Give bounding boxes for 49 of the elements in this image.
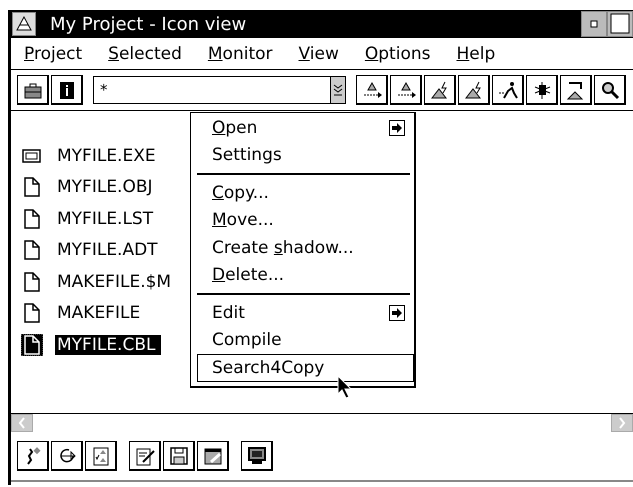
pen-button[interactable]	[17, 441, 49, 471]
lightning-button[interactable]	[458, 75, 490, 105]
monitor-button[interactable]	[241, 441, 273, 471]
notepad-button[interactable]	[129, 441, 161, 471]
file-name[interactable]: MAKEFILE.$M	[55, 272, 174, 292]
arrow-button[interactable]	[356, 75, 388, 105]
submenu-arrow-icon	[389, 304, 405, 321]
menu-item[interactable]: View	[298, 44, 339, 64]
dropdown-button[interactable]	[331, 77, 345, 103]
menu-item[interactable]: Help	[456, 44, 496, 64]
filter-field[interactable]: *	[93, 76, 331, 104]
arrow-button[interactable]	[390, 75, 422, 105]
bug-button[interactable]	[526, 75, 558, 105]
menu-item[interactable]: Settings	[197, 142, 414, 169]
file-name[interactable]: MYFILE.ADT	[55, 240, 160, 260]
menu-item[interactable]: Options	[364, 44, 430, 64]
menu-item[interactable]: Compile	[197, 326, 414, 354]
file-name[interactable]: MYFILE.OBJ	[55, 177, 155, 198]
checklist-button[interactable]	[85, 441, 117, 471]
file-name[interactable]: MYFILE.CBL	[55, 334, 162, 355]
monitor-icon	[246, 444, 268, 466]
menu-item[interactable]: Move...	[197, 206, 414, 234]
runner-button[interactable]	[492, 75, 524, 105]
window-button[interactable]	[197, 441, 229, 471]
menu-item[interactable]: Selected	[108, 44, 182, 64]
menu-item[interactable]: Copy...	[197, 179, 414, 206]
lightning-button[interactable]	[424, 75, 456, 105]
menu-item[interactable]: Project	[24, 44, 82, 64]
document-icon[interactable]	[21, 334, 43, 356]
menu-item[interactable]: Delete...	[197, 262, 414, 289]
file-name[interactable]: MYFILE.LST	[55, 208, 156, 229]
system-menu-icon[interactable]	[12, 12, 36, 36]
window-title: My Project - Icon view	[50, 14, 248, 34]
menu-item[interactable]: Edit	[197, 299, 414, 326]
hook-button[interactable]	[560, 75, 592, 105]
menu-item[interactable]: Create shadow...	[197, 234, 414, 262]
menu-item[interactable]: Monitor	[208, 44, 273, 64]
floppy-disk-button[interactable]	[163, 441, 195, 471]
menu-item[interactable]: Open	[197, 114, 414, 142]
search-button[interactable]	[594, 75, 626, 105]
menu-item[interactable]: Search4Copy	[197, 354, 414, 382]
briefcase-button[interactable]	[17, 75, 49, 105]
maximize-button[interactable]	[607, 11, 633, 37]
file-name[interactable]: MAKEFILE	[55, 303, 142, 324]
file-name[interactable]: MYFILE.EXE	[55, 146, 158, 166]
submenu-arrow-icon	[389, 120, 405, 136]
minimize-button[interactable]	[581, 11, 607, 37]
info-button[interactable]	[51, 75, 83, 105]
cycle-button[interactable]	[51, 441, 83, 471]
